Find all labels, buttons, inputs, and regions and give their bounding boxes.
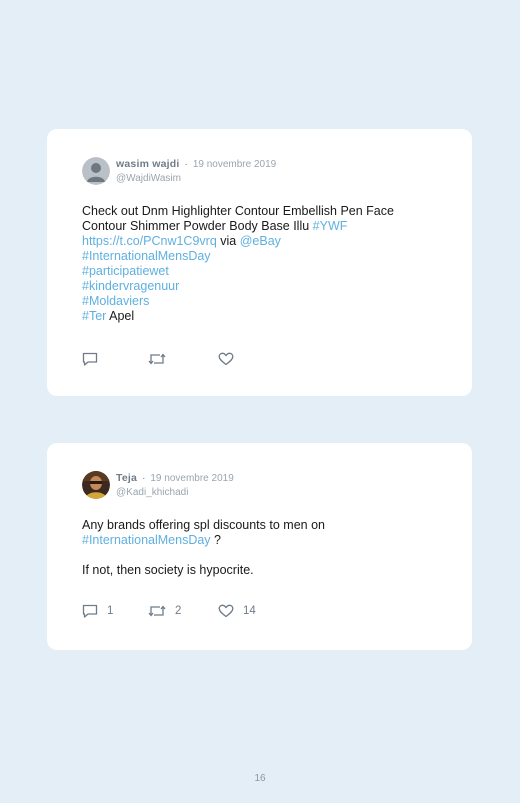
text-line: #kindervragenuur xyxy=(82,279,442,294)
retweet-button[interactable] xyxy=(148,351,166,367)
retweet-count: 2 xyxy=(175,605,182,617)
author-line: Teja · 19 novembre 2019 xyxy=(116,472,234,484)
reply-button[interactable] xyxy=(82,351,98,367)
text-line: #Ter Apel xyxy=(82,309,442,324)
text-segment: via xyxy=(216,234,240,248)
tweet-text: Any brands offering spl discounts to men… xyxy=(82,518,442,578)
text-line: https://t.co/PCnw1C9vrq via @eBay xyxy=(82,234,442,249)
separator: · xyxy=(184,158,188,170)
heart-icon xyxy=(218,604,234,618)
reply-count: 1 xyxy=(107,605,114,617)
mention-link[interactable]: @eBay xyxy=(240,234,281,248)
tweet-card: wasim wajdi · 19 novembre 2019 @WajdiWas… xyxy=(47,129,472,396)
tweet-actions: 1 2 14 xyxy=(82,603,382,619)
hashtag-link[interactable]: #YWF xyxy=(313,219,348,233)
hashtag-link[interactable]: #InternationalMensDay xyxy=(82,533,211,547)
like-count: 14 xyxy=(243,605,256,617)
tweet-date[interactable]: 19 novembre 2019 xyxy=(193,159,276,170)
author-line: wasim wajdi · 19 novembre 2019 xyxy=(116,158,276,170)
text-line: #Moldaviers xyxy=(82,294,442,309)
comment-icon xyxy=(82,604,98,618)
comment-icon xyxy=(82,352,98,366)
author-name[interactable]: Teja xyxy=(116,472,137,484)
text-segment: ? xyxy=(210,533,221,547)
default-avatar-icon[interactable] xyxy=(82,157,110,185)
text-line: Contour Shimmer Powder Body Base Illu #Y… xyxy=(82,219,442,234)
retweet-button[interactable]: 2 xyxy=(148,603,181,619)
text-line: Any brands offering spl discounts to men… xyxy=(82,518,325,532)
text-line: Check out Dnm Highlighter Contour Embell… xyxy=(82,204,394,218)
author-handle[interactable]: @WajdiWasim xyxy=(116,173,181,184)
hashtag-link[interactable]: #Moldaviers xyxy=(82,294,149,308)
url-link[interactable]: https://t.co/PCnw1C9vrq xyxy=(82,234,217,248)
hashtag-link[interactable]: #InternationalMensDay xyxy=(82,249,211,263)
text-segment: Apel xyxy=(106,309,135,323)
tweet-card: Teja · 19 novembre 2019 @Kadi_khichadi A… xyxy=(47,443,472,650)
retweet-icon xyxy=(148,605,166,617)
like-button[interactable] xyxy=(218,351,234,367)
heart-icon xyxy=(218,352,234,366)
separator: · xyxy=(141,472,146,484)
hashtag-link[interactable]: #Ter xyxy=(82,309,106,323)
text-segment: Contour Shimmer Powder Body Base Illu xyxy=(82,219,313,233)
reply-button[interactable]: 1 xyxy=(82,603,113,619)
tweet-text: Check out Dnm Highlighter Contour Embell… xyxy=(82,204,442,324)
text-line: #participatiewet xyxy=(82,264,442,279)
text-line: #InternationalMensDay ? xyxy=(82,533,442,548)
author-handle[interactable]: @Kadi_khichadi xyxy=(116,487,188,498)
tweet-date[interactable]: 19 novembre 2019 xyxy=(150,473,233,484)
retweet-icon xyxy=(148,353,166,365)
profile-photo[interactable] xyxy=(82,471,110,499)
tweet-actions xyxy=(82,351,382,367)
hashtag-link[interactable]: #kindervragenuur xyxy=(82,279,179,293)
text-line: #InternationalMensDay xyxy=(82,249,442,264)
page-number: 16 xyxy=(254,773,266,784)
author-name[interactable]: wasim wajdi xyxy=(116,158,179,170)
text-line: If not, then society is hypocrite. xyxy=(82,563,254,577)
like-button[interactable]: 14 xyxy=(218,603,256,619)
hashtag-link[interactable]: #participatiewet xyxy=(82,264,169,278)
